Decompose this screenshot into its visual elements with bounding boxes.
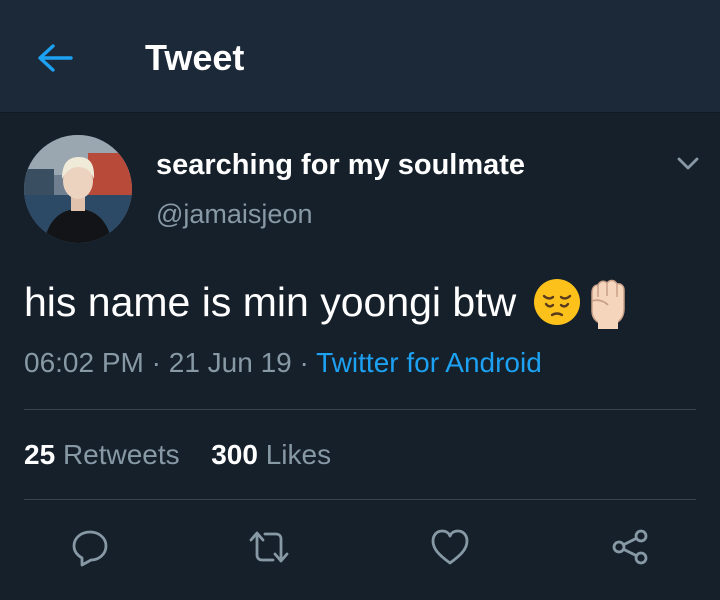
chevron-down-icon [677,157,699,170]
retweets-stat[interactable]: 25 Retweets [24,435,180,475]
tweet-time: 06:02 PM [24,347,144,378]
retweet-icon [249,531,289,563]
raised-fist-icon [591,279,625,329]
share-icon [612,529,648,565]
likes-count: 300 [211,439,258,470]
tweet-source-link[interactable]: Twitter for Android [316,347,542,378]
share-button[interactable] [608,525,652,569]
divider [24,499,696,500]
tweet-text: his name is min yoongi btw [24,275,632,329]
action-bar [0,525,720,571]
avatar[interactable] [24,135,132,243]
retweets-count: 25 [24,439,56,470]
arrow-left-icon [38,44,73,72]
meta-separator: · [151,347,161,378]
page-title: Tweet [145,37,245,78]
heart-icon [431,529,469,565]
retweet-button[interactable] [247,525,291,569]
display-name[interactable]: searching for my soulmate [156,147,525,183]
user-handle[interactable]: @jamaisjeon [156,197,312,231]
reply-button[interactable] [68,525,112,569]
tweet-meta: 06:02 PM · 21 Jun 19 · Twitter for Andro… [24,345,542,381]
like-button[interactable] [428,525,472,569]
tweet-stats: 25 Retweets 300 Likes [24,435,331,475]
tweet-body: his name is min yoongi btw [24,279,517,325]
tweet-date: 21 Jun 19 [168,347,292,378]
tweet-detail: searching for my soulmate @jamaisjeon hi… [0,113,720,600]
back-button[interactable] [32,36,78,80]
pensive-face-icon [534,279,581,325]
tweet-options-button[interactable] [670,149,706,179]
likes-label: Likes [265,439,332,470]
divider [24,409,696,410]
top-bar: Tweet [0,0,720,113]
meta-separator: · [299,347,309,378]
likes-stat[interactable]: 300 Likes [211,435,331,475]
reply-icon [72,530,108,567]
retweets-label: Retweets [62,439,180,470]
avatar-image [24,135,132,243]
